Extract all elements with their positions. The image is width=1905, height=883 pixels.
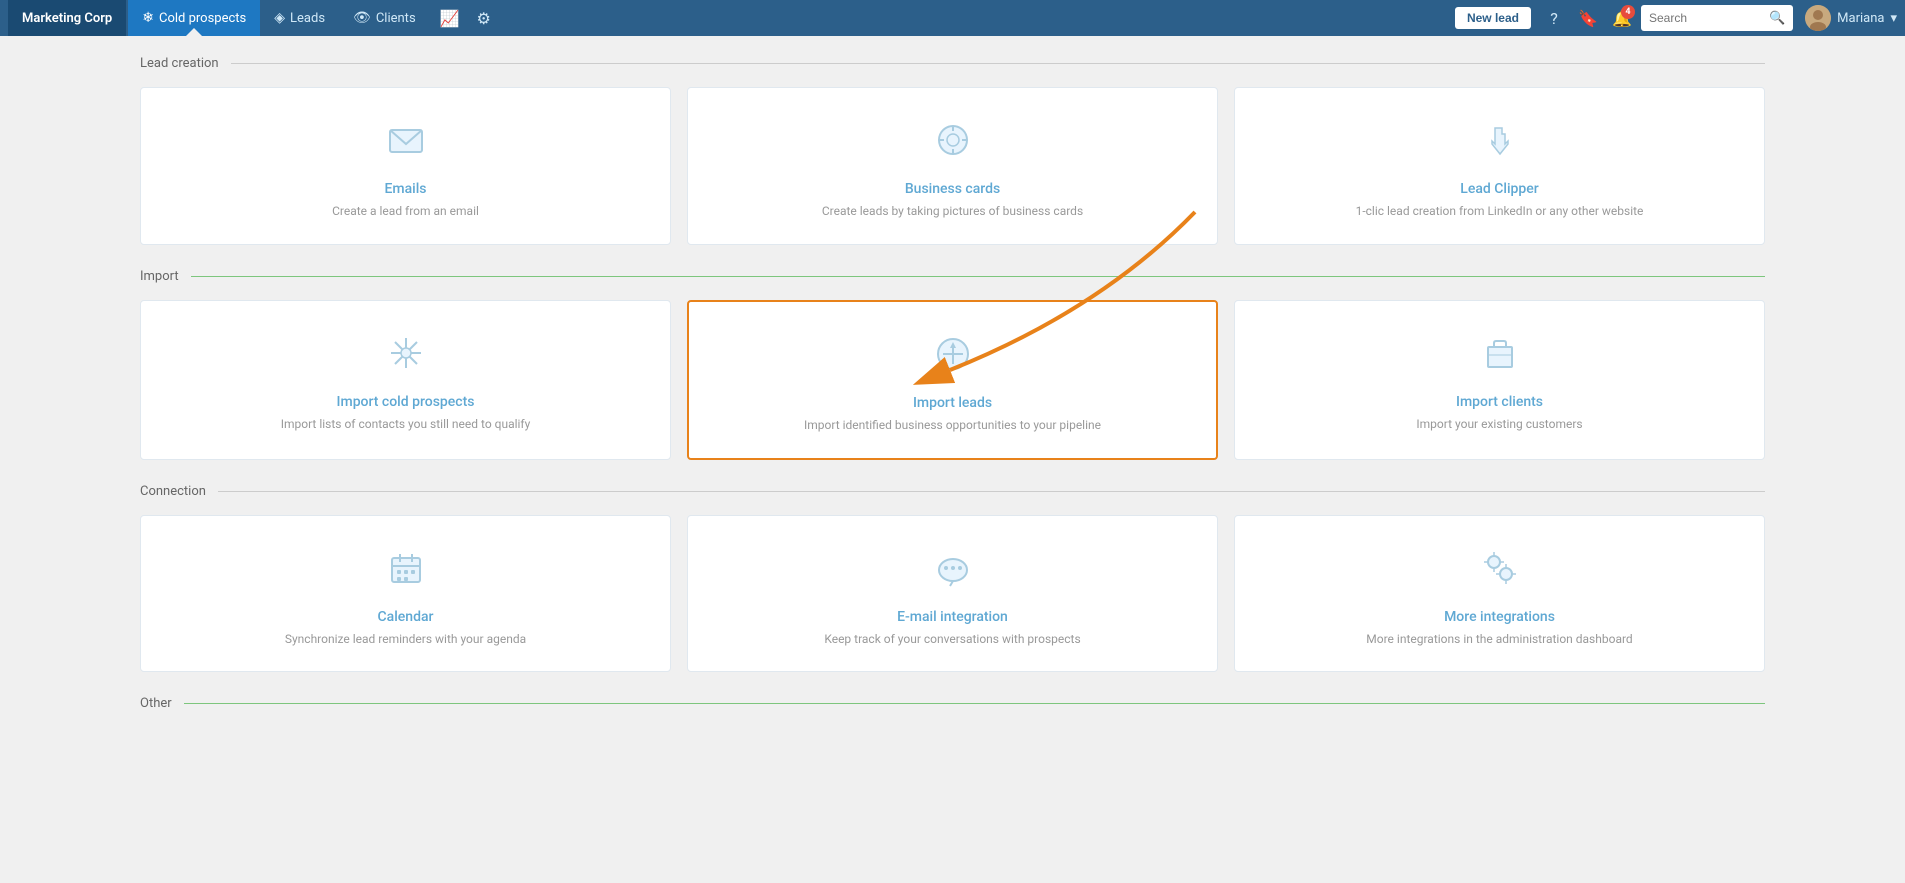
card-calendar[interactable]: Calendar Synchronize lead reminders with … <box>140 515 671 673</box>
card-title-business-cards: Business cards <box>905 181 1000 197</box>
card-import-leads[interactable]: Import leads Import identified business o… <box>687 300 1218 460</box>
sections-container: Lead creation Emails Create a lead from an… <box>140 56 1765 711</box>
section-import: Import Import cold prospects Import lists … <box>140 269 1765 460</box>
nav-clients[interactable]: 👁 Clients <box>339 0 430 36</box>
section-title-lead-creation: Lead creation <box>140 56 219 71</box>
section-connection: Connection Calendar Synchronize lead remin… <box>140 484 1765 673</box>
notification-badge: 4 <box>1621 5 1635 19</box>
section-line-other <box>184 703 1765 704</box>
eye-icon: 👁 <box>353 10 371 26</box>
search-box: 🔍 <box>1641 5 1793 31</box>
nav-leads[interactable]: ◈ Leads <box>260 0 339 36</box>
brand[interactable]: Marketing Corp <box>8 0 126 36</box>
topnav: Marketing Corp ❄ Cold prospects ◈ Leads … <box>0 0 1905 36</box>
card-title-import-clients: Import clients <box>1456 394 1543 410</box>
nav-cold-prospects[interactable]: ❄ Cold prospects <box>128 0 260 36</box>
section-header-lead-creation: Lead creation <box>140 56 1765 71</box>
search-input[interactable] <box>1649 11 1769 25</box>
user-menu[interactable]: Mariana ▾ <box>1805 5 1897 31</box>
card-icon-import-clients <box>1480 333 1520 382</box>
card-desc-emails: Create a lead from an email <box>332 203 479 220</box>
notifications-icon[interactable]: 🔔 4 <box>1607 3 1637 33</box>
card-title-import-leads: Import leads <box>913 395 992 411</box>
card-grid-import: Import cold prospects Import lists of con… <box>140 300 1765 460</box>
card-desc-more-integrations: More integrations in the administration … <box>1366 631 1632 648</box>
nav-tools: 📈 ⚙ <box>434 2 500 34</box>
help-icon[interactable]: ? <box>1539 3 1569 33</box>
section-other: Other <box>140 696 1765 711</box>
card-import-clients[interactable]: Import clients Import your existing custo… <box>1234 300 1765 460</box>
section-line-lead-creation <box>231 63 1765 64</box>
card-title-lead-clipper: Lead Clipper <box>1460 181 1538 197</box>
section-title-connection: Connection <box>140 484 206 499</box>
card-business-cards[interactable]: Business cards Create leads by taking pic… <box>687 87 1218 245</box>
section-line-connection <box>218 491 1765 492</box>
user-name: Mariana <box>1837 11 1884 26</box>
snowflake-icon: ❄ <box>142 10 154 26</box>
card-icon-more-integrations <box>1480 548 1520 597</box>
top-right-nav: ? 🔖 🔔 4 🔍 Mariana ▾ <box>1539 3 1897 33</box>
new-lead-button[interactable]: New lead <box>1455 7 1531 29</box>
search-icon[interactable]: 🔍 <box>1769 11 1785 26</box>
card-title-email-integration: E-mail integration <box>897 609 1008 625</box>
card-grid-connection: Calendar Synchronize lead reminders with … <box>140 515 1765 673</box>
chevron-down-icon: ▾ <box>1890 11 1897 26</box>
card-grid-lead-creation: Emails Create a lead from an email Busines… <box>140 87 1765 245</box>
card-desc-lead-clipper: 1-clic lead creation from LinkedIn or an… <box>1356 203 1644 220</box>
bookmark-icon[interactable]: 🔖 <box>1573 3 1603 33</box>
card-title-calendar: Calendar <box>378 609 434 625</box>
card-desc-import-clients: Import your existing customers <box>1416 416 1582 433</box>
chart-icon[interactable]: 📈 <box>434 2 466 34</box>
section-lead-creation: Lead creation Emails Create a lead from an… <box>140 56 1765 245</box>
card-lead-clipper[interactable]: Lead Clipper 1-clic lead creation from Li… <box>1234 87 1765 245</box>
leads-icon: ◈ <box>274 10 285 26</box>
card-icon-calendar <box>386 548 426 597</box>
section-header-other: Other <box>140 696 1765 711</box>
avatar <box>1805 5 1831 31</box>
card-desc-calendar: Synchronize lead reminders with your age… <box>285 631 526 648</box>
card-desc-import-cold-prospects: Import lists of contacts you still need … <box>281 416 531 433</box>
card-icon-lead-clipper <box>1480 120 1520 169</box>
card-email-integration[interactable]: E-mail integration Keep track of your con… <box>687 515 1218 673</box>
section-title-import: Import <box>140 269 179 284</box>
card-icon-import-cold-prospects <box>386 333 426 382</box>
card-title-more-integrations: More integrations <box>1444 609 1555 625</box>
settings-icon[interactable]: ⚙ <box>468 2 500 34</box>
card-title-emails: Emails <box>385 181 427 197</box>
main-content: Lead creation Emails Create a lead from an… <box>0 36 1905 883</box>
card-emails[interactable]: Emails Create a lead from an email <box>140 87 671 245</box>
card-title-import-cold-prospects: Import cold prospects <box>337 394 475 410</box>
card-icon-email-integration <box>933 548 973 597</box>
section-line-import <box>191 276 1765 277</box>
section-header-connection: Connection <box>140 484 1765 499</box>
section-header-import: Import <box>140 269 1765 284</box>
card-desc-business-cards: Create leads by taking pictures of busin… <box>822 203 1083 220</box>
section-title-other: Other <box>140 696 172 711</box>
card-import-cold-prospects[interactable]: Import cold prospects Import lists of con… <box>140 300 671 460</box>
card-desc-import-leads: Import identified business opportunities… <box>804 417 1101 434</box>
card-more-integrations[interactable]: More integrations More integrations in th… <box>1234 515 1765 673</box>
card-icon-emails <box>386 120 426 169</box>
card-icon-business-cards <box>933 120 973 169</box>
card-icon-import-leads <box>933 334 973 383</box>
card-desc-email-integration: Keep track of your conversations with pr… <box>824 631 1080 648</box>
